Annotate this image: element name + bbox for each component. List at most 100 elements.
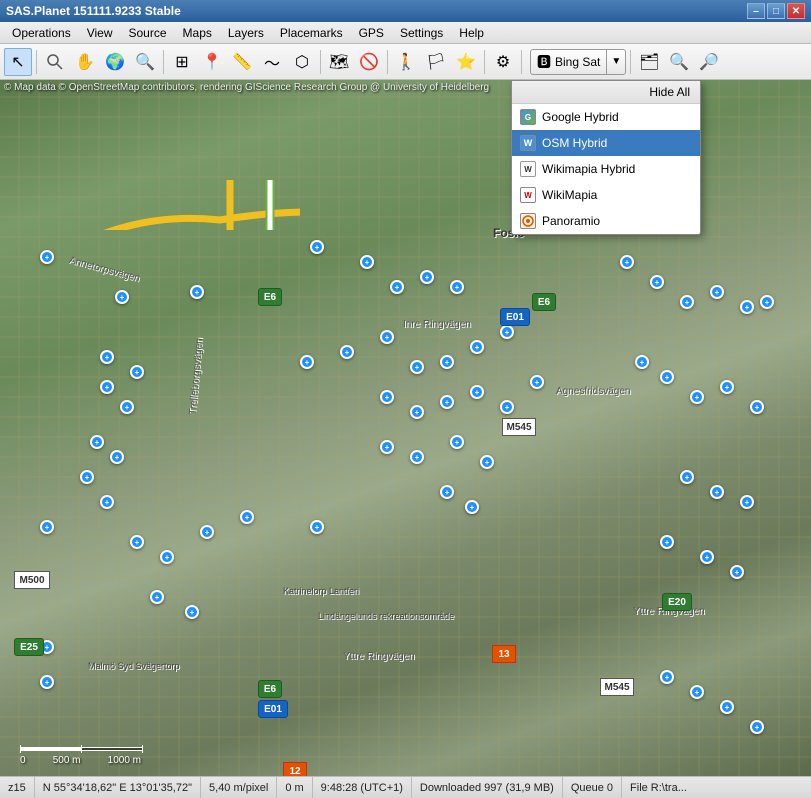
menu-operations[interactable]: Operations [4,22,79,43]
map-marker[interactable]: + [530,375,544,389]
map-marker[interactable]: + [380,330,394,344]
map-marker[interactable]: + [660,535,674,549]
zoom-out-search[interactable]: 🔍 [665,48,693,76]
map-marker[interactable]: + [360,255,374,269]
zoom-in-search[interactable]: 🔎 [695,48,723,76]
zoom-magnify-button[interactable]: 🔍 [131,48,159,76]
map-marker[interactable]: + [410,450,424,464]
map-marker[interactable]: + [750,400,764,414]
map-marker[interactable]: + [130,365,144,379]
map-marker[interactable]: + [200,525,214,539]
map-marker[interactable]: + [310,240,324,254]
map-marker[interactable]: + [380,440,394,454]
map-marker[interactable]: + [730,565,744,579]
close-button[interactable]: ✕ [787,3,805,19]
map-marker[interactable]: + [500,325,514,339]
map-marker[interactable]: + [160,550,174,564]
map-marker[interactable]: + [470,385,484,399]
map-marker[interactable]: + [90,435,104,449]
map-marker[interactable]: + [130,535,144,549]
map-marker[interactable]: + [110,450,124,464]
map-marker[interactable]: + [240,510,254,524]
zoom-area-button[interactable]: ⊞ [168,48,196,76]
map-marker[interactable]: + [650,275,664,289]
map-marker[interactable]: + [410,360,424,374]
download-cancel-button[interactable]: 🚫 [355,48,383,76]
map-marker[interactable]: + [310,520,324,534]
map-marker[interactable]: + [450,435,464,449]
map-marker[interactable]: + [40,640,54,654]
map-marker[interactable]: + [480,455,494,469]
path-button[interactable]: 〜 [258,48,286,76]
map-button[interactable]: 🗺 [325,48,353,76]
map-area[interactable]: Fosie Annetorpsvägen Trelleborgsvägen In… [0,80,811,776]
map-marker[interactable]: + [300,355,314,369]
layer-google-hybrid[interactable]: G Google Hybrid [512,104,700,130]
map-marker[interactable]: + [100,495,114,509]
map-marker[interactable]: + [100,350,114,364]
map-marker[interactable]: + [660,370,674,384]
map-source-dropdown[interactable]: 🅱 Bing Sat ▼ [530,49,626,75]
map-marker[interactable]: + [120,400,134,414]
map-marker[interactable]: + [740,495,754,509]
map-marker[interactable]: + [380,390,394,404]
map-marker[interactable]: + [150,590,164,604]
map-marker[interactable]: + [690,390,704,404]
polygon-button[interactable]: ⬡ [288,48,316,76]
menu-placemarks[interactable]: Placemarks [272,22,351,43]
map-marker[interactable]: + [500,400,514,414]
minimize-button[interactable]: – [747,3,765,19]
map-marker[interactable]: + [450,280,464,294]
menu-source[interactable]: Source [121,22,175,43]
map-marker[interactable]: + [635,355,649,369]
map-marker[interactable]: + [420,270,434,284]
map-marker[interactable]: + [660,670,674,684]
map-marker[interactable]: + [40,250,54,264]
menu-gps[interactable]: GPS [351,22,392,43]
map-marker[interactable]: + [720,700,734,714]
layers-button[interactable]: 🗂 [635,48,663,76]
map-marker[interactable]: + [470,340,484,354]
map-marker[interactable]: + [680,295,694,309]
map-marker[interactable]: + [440,355,454,369]
map-marker[interactable]: + [700,550,714,564]
map-marker[interactable]: + [740,300,754,314]
walk-button[interactable]: 🚶 [392,48,420,76]
menu-view[interactable]: View [79,22,121,43]
menu-maps[interactable]: Maps [175,22,220,43]
map-source-arrow[interactable]: ▼ [606,50,625,74]
layer-wikimapia-hybrid[interactable]: W Wikimapia Hybrid [512,156,700,182]
map-marker[interactable]: + [710,485,724,499]
map-marker[interactable]: + [760,295,774,309]
map-marker[interactable]: + [40,675,54,689]
map-marker[interactable]: + [410,405,424,419]
map-marker[interactable]: + [680,470,694,484]
maximize-button[interactable]: □ [767,3,785,19]
map-marker[interactable]: + [40,520,54,534]
menu-layers[interactable]: Layers [220,22,272,43]
map-marker[interactable]: + [750,720,764,734]
map-marker[interactable]: + [390,280,404,294]
star-button[interactable]: ⭐ [452,48,480,76]
map-marker[interactable]: + [185,605,199,619]
measure-button[interactable]: 📏 [228,48,256,76]
hide-all-button[interactable]: Hide All [512,81,700,104]
map-marker[interactable]: + [115,290,129,304]
map-marker[interactable]: + [80,470,94,484]
hand-tool-button[interactable]: ✋ [71,48,99,76]
layer-osm-hybrid[interactable]: W OSM Hybrid [512,130,700,156]
globe-button[interactable]: 🌍 [101,48,129,76]
map-marker[interactable]: + [620,255,634,269]
layer-panoramio[interactable]: Panoramio [512,208,700,234]
map-marker[interactable]: + [340,345,354,359]
map-marker[interactable]: + [190,285,204,299]
placemark-button[interactable]: 📍 [198,48,226,76]
map-marker[interactable]: + [690,685,704,699]
map-marker[interactable]: + [720,380,734,394]
track-button[interactable]: ⚙ [489,48,517,76]
menu-settings[interactable]: Settings [392,22,451,43]
map-marker[interactable]: + [465,500,479,514]
select-tool-button[interactable]: ↖ [4,48,32,76]
zoom-in-button[interactable] [41,48,69,76]
map-marker[interactable]: + [710,285,724,299]
